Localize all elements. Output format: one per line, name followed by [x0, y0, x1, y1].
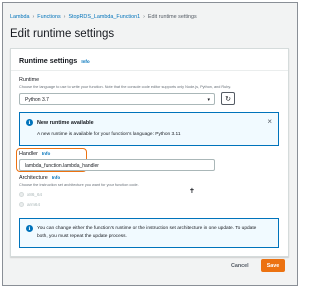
alert-text: A new runtime is available for your func… [37, 132, 181, 137]
breadcrumb-function-name[interactable]: StopRDS_Lambda_Function1 [68, 14, 140, 20]
radio-circle-icon [19, 202, 24, 207]
panel-header: Runtime settings Info [11, 49, 288, 71]
radio-circle-icon [19, 192, 24, 197]
note-line-2: both, you must repeat the update process… [37, 234, 127, 239]
breadcrumb: Lambda › Functions › StopRDS_Lambda_Func… [10, 12, 197, 22]
handler-input[interactable]: lambda_function.lambda_handler [19, 159, 215, 171]
note-line-1: You can change either the function's run… [37, 226, 257, 231]
caret-down-icon: ▾ [207, 97, 210, 103]
architecture-label: Architecture [19, 175, 48, 181]
cancel-button[interactable]: Cancel [231, 263, 249, 269]
handler-info-link[interactable]: Info [42, 151, 50, 156]
save-button[interactable]: Save [261, 259, 285, 272]
handler-label-row: Handler Info [19, 151, 50, 157]
close-icon[interactable]: × [267, 118, 272, 126]
handler-label: Handler [19, 151, 38, 157]
architecture-description: Choose the instruction set architecture … [19, 183, 139, 187]
runtime-description: Choose the language to use to write your… [19, 85, 232, 89]
panel-title: Runtime settings Info [19, 56, 90, 65]
cursor-icon: ✝ [189, 188, 195, 195]
radio-x86[interactable]: x86_64 [19, 192, 42, 197]
radio-x86-label: x86_64 [27, 192, 43, 197]
page-title: Edit runtime settings [10, 28, 115, 40]
panel-info-link[interactable]: Info [81, 59, 89, 64]
radio-arm64-label: arm64 [27, 202, 41, 207]
chevron-right-icon: › [32, 14, 35, 20]
architecture-label-row: Architecture Info [19, 175, 60, 181]
refresh-button[interactable]: ↻ [221, 92, 235, 105]
chevron-right-icon: › [63, 14, 66, 20]
architecture-note: i You can change either the function's r… [19, 218, 279, 248]
panel-title-text: Runtime settings [19, 56, 78, 65]
note-text: You can change either the function's run… [37, 225, 256, 241]
refresh-icon: ↻ [225, 95, 231, 103]
window-frame: Lambda › Functions › StopRDS_Lambda_Func… [2, 2, 298, 286]
radio-arm64[interactable]: arm64 [19, 202, 40, 207]
new-runtime-alert: i New runtime available A new runtime is… [19, 112, 279, 146]
architecture-info-link[interactable]: Info [52, 175, 60, 180]
runtime-label: Runtime [19, 77, 40, 83]
runtime-settings-panel: Runtime settings Info Runtime Choose the … [10, 48, 289, 257]
runtime-select-value: Python 3.7 [25, 97, 49, 103]
alert-title: New runtime available [37, 120, 94, 126]
breadcrumb-current: Edit runtime settings [147, 14, 197, 20]
runtime-select[interactable]: Python 3.7 ▾ [19, 93, 215, 105]
chevron-right-icon: › [143, 14, 145, 20]
breadcrumb-lambda[interactable]: Lambda [10, 14, 29, 20]
info-icon: i [26, 225, 33, 232]
info-icon: i [26, 119, 33, 126]
breadcrumb-functions[interactable]: Functions [37, 14, 60, 20]
